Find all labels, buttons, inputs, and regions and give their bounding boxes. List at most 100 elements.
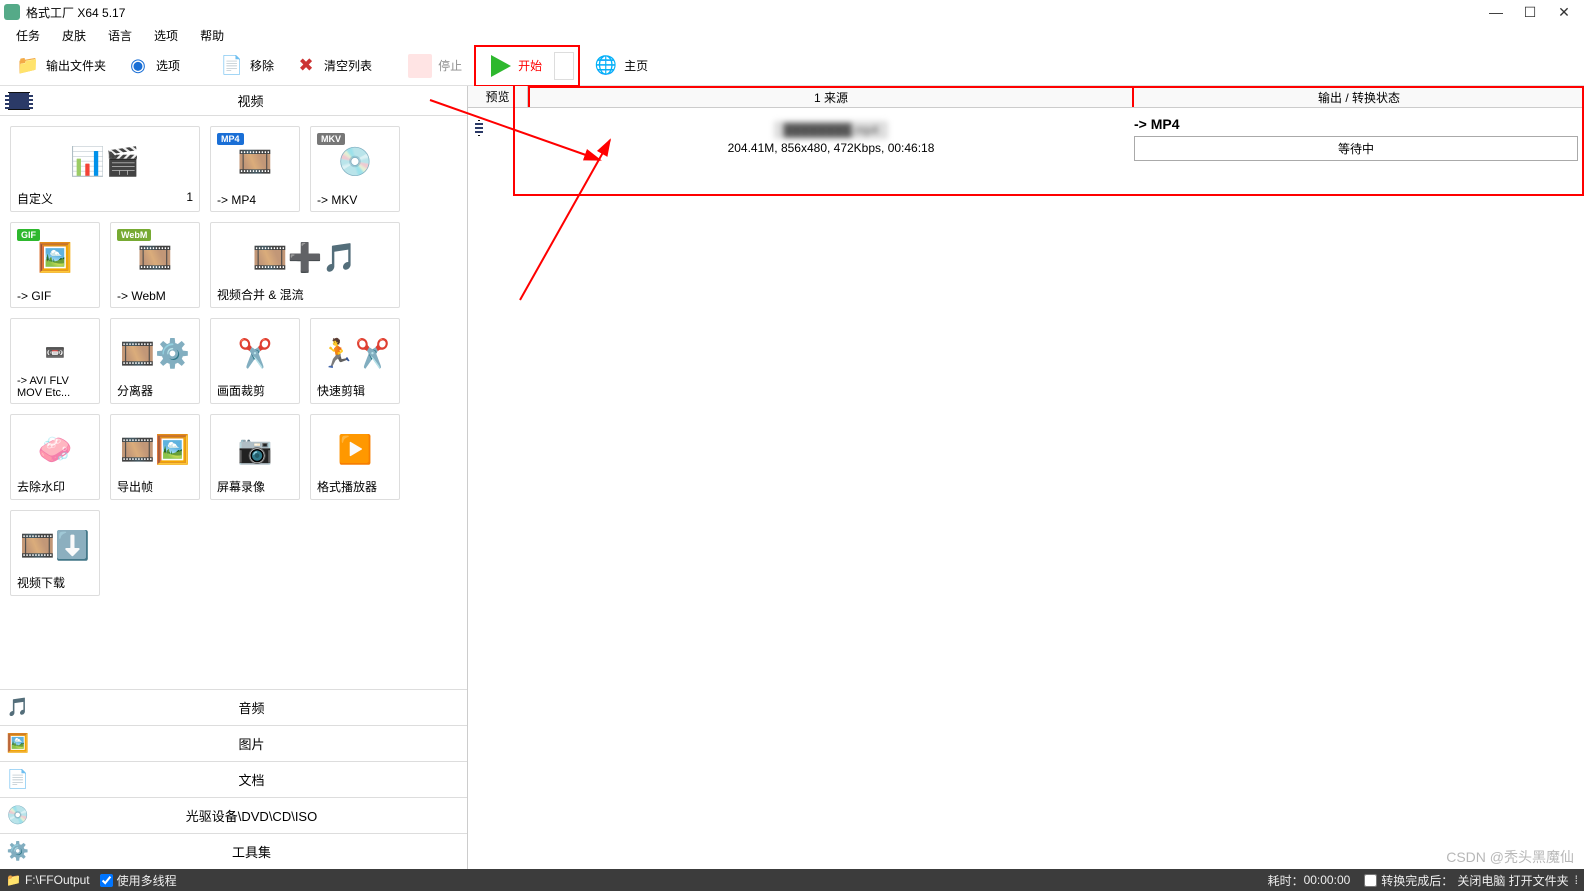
start-dropdown[interactable] xyxy=(554,52,574,80)
menu-option[interactable]: 选项 xyxy=(148,25,184,46)
home-label: 主页 xyxy=(624,57,648,74)
tool-webm-label: -> WebM xyxy=(117,289,193,303)
tool-mkv-label: -> MKV xyxy=(317,193,393,207)
task-filename: ████████.mp4 xyxy=(774,121,889,139)
menu-lang[interactable]: 语言 xyxy=(102,25,138,46)
category-image-label: 图片 xyxy=(36,734,467,753)
tool-gif-label: -> GIF xyxy=(17,289,93,303)
statusbar: 📁 F:\FFOutput 使用多线程 耗时： 00:00:00 转换完成后： … xyxy=(0,869,1584,891)
merge-icon: 🎞️➕🎵 xyxy=(253,241,358,274)
audio-icon: 🎵 xyxy=(0,697,36,718)
tool-download[interactable]: 🎞️⬇️ 视频下载 xyxy=(10,510,100,596)
after-convert-toggle[interactable]: 转换完成后： 关闭电脑 打开文件夹 xyxy=(1364,872,1568,889)
task-info: 204.41M, 856x480, 472Kbps, 00:46:18 xyxy=(728,141,935,155)
task-output-format: -> MP4 xyxy=(1134,116,1578,132)
category-doc-label: 文档 xyxy=(36,770,467,789)
tool-download-label: 视频下载 xyxy=(17,574,93,591)
remove-button[interactable]: 📄 移除 xyxy=(212,50,280,82)
home-button[interactable]: 🌐 主页 xyxy=(586,50,654,82)
tool-record[interactable]: 📷 屏幕录像 xyxy=(210,414,300,500)
eraser-icon: 🧼 xyxy=(38,433,73,466)
tool-grid: 📊🎬 自定义 1 MP4 🎞️ -> MP4 MKV 💿 -> MKV GIF … xyxy=(0,116,467,606)
tool-player[interactable]: ▶️ 格式播放器 xyxy=(310,414,400,500)
category-image[interactable]: 🖼️ 图片 xyxy=(0,725,467,761)
col-source[interactable]: 1 来源 xyxy=(528,86,1134,107)
tool-quick[interactable]: 🏃✂️ 快速剪辑 xyxy=(310,318,400,404)
tool-watermark[interactable]: 🧼 去除水印 xyxy=(10,414,100,500)
tool-avi[interactable]: 📼 -> AVI FLV MOV Etc... xyxy=(10,318,100,404)
col-preview[interactable]: 预览 xyxy=(468,86,528,107)
elapsed-label: 耗时： xyxy=(1268,872,1304,889)
export-frame-icon: 🎞️🖼️ xyxy=(120,433,190,466)
folder-icon: 📁 xyxy=(14,52,42,80)
output-folder-button[interactable]: 📁 输出文件夹 xyxy=(8,50,112,82)
titlebar: 格式工厂 X64 5.17 — ☐ ✕ xyxy=(0,0,1584,24)
download-icon: 🎞️⬇️ xyxy=(20,529,90,562)
start-button-highlight: 开始 xyxy=(474,45,580,87)
statusbar-folder-icon[interactable]: 📁 xyxy=(6,873,21,887)
tool-custom[interactable]: 📊🎬 自定义 1 xyxy=(10,126,200,212)
tool-splitter-label: 分离器 xyxy=(117,382,193,399)
record-icon: 📷 xyxy=(238,433,273,466)
menubar: 任务 皮肤 语言 选项 帮助 xyxy=(0,24,1584,46)
maximize-button[interactable]: ☐ xyxy=(1520,4,1540,21)
task-panel: 预览 1 来源 输出 / 转换状态 ████████.mp4 204.41M, … xyxy=(468,86,1584,869)
after-convert-label: 转换完成后： xyxy=(1381,872,1453,889)
menu-task[interactable]: 任务 xyxy=(10,25,46,46)
tool-splitter[interactable]: 🎞️⚙️ 分离器 xyxy=(110,318,200,404)
multithread-toggle[interactable]: 使用多线程 xyxy=(100,872,177,889)
disc-icon: 💿 xyxy=(0,805,36,826)
video-category-header[interactable]: 视频 xyxy=(0,86,467,116)
task-columns: 预览 1 来源 输出 / 转换状态 xyxy=(468,86,1584,108)
remove-icon: 📄 xyxy=(218,52,246,80)
avi-icon: 📼 xyxy=(45,343,65,363)
stop-label: 停止 xyxy=(438,57,462,74)
category-toolset[interactable]: ⚙️ 工具集 xyxy=(0,833,467,869)
tool-crop[interactable]: ✂️ 画面裁剪 xyxy=(210,318,300,404)
tool-quick-label: 快速剪辑 xyxy=(317,382,393,399)
tool-custom-label: 自定义 xyxy=(17,190,53,207)
category-audio[interactable]: 🎵 音频 xyxy=(0,689,467,725)
option-button[interactable]: ◉ 选项 xyxy=(118,50,186,82)
tool-watermark-label: 去除水印 xyxy=(17,478,93,495)
tool-merge[interactable]: 🎞️➕🎵 视频合并 & 混流 xyxy=(210,222,400,308)
output-folder-label: 输出文件夹 xyxy=(46,57,106,74)
category-audio-label: 音频 xyxy=(36,698,467,717)
start-button[interactable]: 开始 xyxy=(480,50,548,82)
col-status[interactable]: 输出 / 转换状态 xyxy=(1134,86,1584,107)
output-path[interactable]: F:\FFOutput xyxy=(25,873,90,887)
clear-list-button[interactable]: ✖ 清空列表 xyxy=(286,50,378,82)
menu-help[interactable]: 帮助 xyxy=(194,25,230,46)
statusbar-resize-grip[interactable]: ⁞ xyxy=(1575,873,1578,887)
elapsed-value: 00:00:00 xyxy=(1304,873,1351,887)
clear-list-label: 清空列表 xyxy=(324,57,372,74)
tool-gif[interactable]: GIF 🖼️ -> GIF xyxy=(10,222,100,308)
quick-icon: 🏃✂️ xyxy=(320,337,390,370)
splitter-icon: 🎞️⚙️ xyxy=(120,337,190,370)
minimize-button[interactable]: — xyxy=(1486,4,1506,21)
multithread-checkbox[interactable] xyxy=(100,874,113,887)
option-icon: ◉ xyxy=(124,52,152,80)
crop-icon: ✂️ xyxy=(238,337,273,370)
category-disc-label: 光驱设备\DVD\CD\ISO xyxy=(36,806,467,825)
tool-mp4-label: -> MP4 xyxy=(217,193,293,207)
close-button[interactable]: ✕ xyxy=(1554,4,1574,21)
mkv-icon: 💿 xyxy=(338,145,373,178)
category-disc[interactable]: 💿 光驱设备\DVD\CD\ISO xyxy=(0,797,467,833)
category-doc[interactable]: 📄 文档 xyxy=(0,761,467,797)
tool-merge-label: 视频合并 & 混流 xyxy=(217,286,393,303)
multithread-label: 使用多线程 xyxy=(117,872,177,889)
film-thumbnail-icon xyxy=(478,121,518,155)
tool-export-frame[interactable]: 🎞️🖼️ 导出帧 xyxy=(110,414,200,500)
task-row[interactable]: ████████.mp4 204.41M, 856x480, 472Kbps, … xyxy=(468,108,1584,168)
clear-icon: ✖ xyxy=(292,52,320,80)
custom-icon: 📊🎬 xyxy=(70,145,140,178)
after-convert-checkbox[interactable] xyxy=(1364,874,1377,887)
csdn-watermark: CSDN @秃头黑魔仙 xyxy=(1446,847,1574,867)
menu-skin[interactable]: 皮肤 xyxy=(56,25,92,46)
tool-mkv[interactable]: MKV 💿 -> MKV xyxy=(310,126,400,212)
tool-webm[interactable]: WebM 🎞️ -> WebM xyxy=(110,222,200,308)
tool-crop-label: 画面裁剪 xyxy=(217,382,293,399)
tool-custom-count: 1 xyxy=(186,190,193,207)
tool-mp4[interactable]: MP4 🎞️ -> MP4 xyxy=(210,126,300,212)
